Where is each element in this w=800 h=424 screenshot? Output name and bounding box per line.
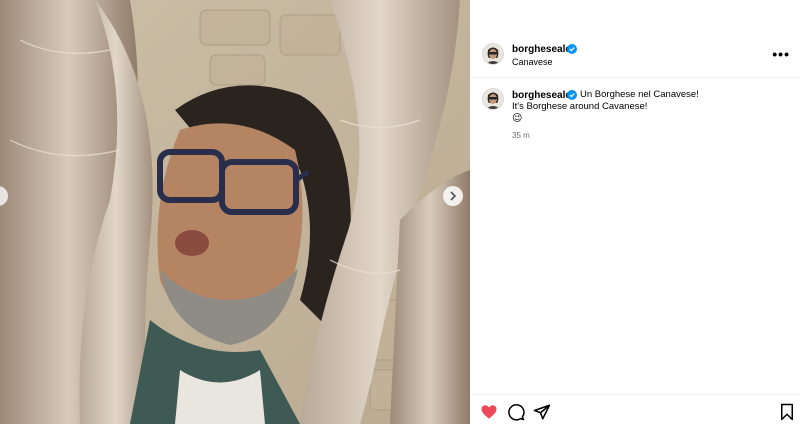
verified-badge-icon <box>567 44 577 54</box>
chevron-right-icon <box>450 191 457 201</box>
next-photo-button[interactable] <box>443 186 463 206</box>
post-side-panel: borgheseale Canavese ••• borgheseale Un … <box>470 0 800 424</box>
post-photo[interactable] <box>0 0 470 424</box>
author-username[interactable]: borgheseale <box>512 44 571 55</box>
caption-username[interactable]: borgheseale <box>512 90 571 101</box>
heart-filled-icon[interactable] <box>480 403 498 421</box>
caption-emoji: 😉 <box>512 113 523 124</box>
caption-line-1: Un Borghese nel Canavese! <box>580 89 699 100</box>
verified-badge-icon <box>567 90 577 100</box>
caption-line-2: It's Borghese around Cavanese! <box>512 101 648 112</box>
post-header: borgheseale Canavese ••• <box>470 0 800 78</box>
paper-plane-icon[interactable] <box>533 403 551 421</box>
avatar-image <box>483 89 503 109</box>
bookmark-icon[interactable] <box>778 403 796 421</box>
more-options-icon[interactable]: ••• <box>772 46 790 62</box>
post-timestamp[interactable]: 35 m <box>512 131 530 140</box>
post-actions-bar <box>470 394 800 424</box>
caption-avatar[interactable] <box>482 88 504 110</box>
photo-illustration <box>0 0 470 424</box>
comment-icon[interactable] <box>507 403 525 421</box>
post-location[interactable]: Canavese <box>512 57 553 67</box>
author-avatar[interactable] <box>482 43 504 65</box>
avatar-image <box>483 44 503 64</box>
